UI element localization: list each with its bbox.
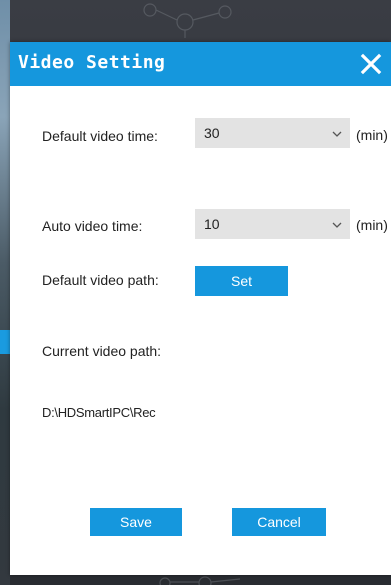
decorative-pattern-icon xyxy=(143,3,232,38)
default-video-time-label: Default video time: xyxy=(42,128,158,144)
default-video-path-label: Default video path: xyxy=(42,272,159,288)
auto-video-time-unit: (min) xyxy=(356,217,388,233)
dialog-title: Video Setting xyxy=(18,52,166,73)
background-sidebar-highlight xyxy=(0,330,10,354)
default-video-time-select[interactable]: 30 xyxy=(195,118,350,148)
cancel-button[interactable]: Cancel xyxy=(232,508,326,536)
chevron-down-icon xyxy=(332,222,342,228)
set-path-button[interactable]: Set xyxy=(195,266,288,296)
video-setting-dialog: Video Setting Default video time: 30 (mi… xyxy=(10,42,391,575)
default-video-time-unit: (min) xyxy=(356,127,388,143)
auto-video-time-value: 10 xyxy=(204,216,220,232)
auto-video-time-label: Auto video time: xyxy=(42,218,143,234)
current-video-path-value: D:\HDSmartIPC\Rec xyxy=(42,405,156,420)
background-sidebar-strip xyxy=(0,0,10,585)
dialog-titlebar: Video Setting xyxy=(10,42,391,86)
chevron-down-icon xyxy=(332,131,342,137)
save-button[interactable]: Save xyxy=(90,508,182,536)
close-button[interactable] xyxy=(355,48,387,80)
current-video-path-label: Current video path: xyxy=(42,343,162,359)
auto-video-time-select[interactable]: 10 xyxy=(195,209,350,239)
default-video-time-value: 30 xyxy=(204,125,220,141)
close-icon xyxy=(360,53,382,75)
